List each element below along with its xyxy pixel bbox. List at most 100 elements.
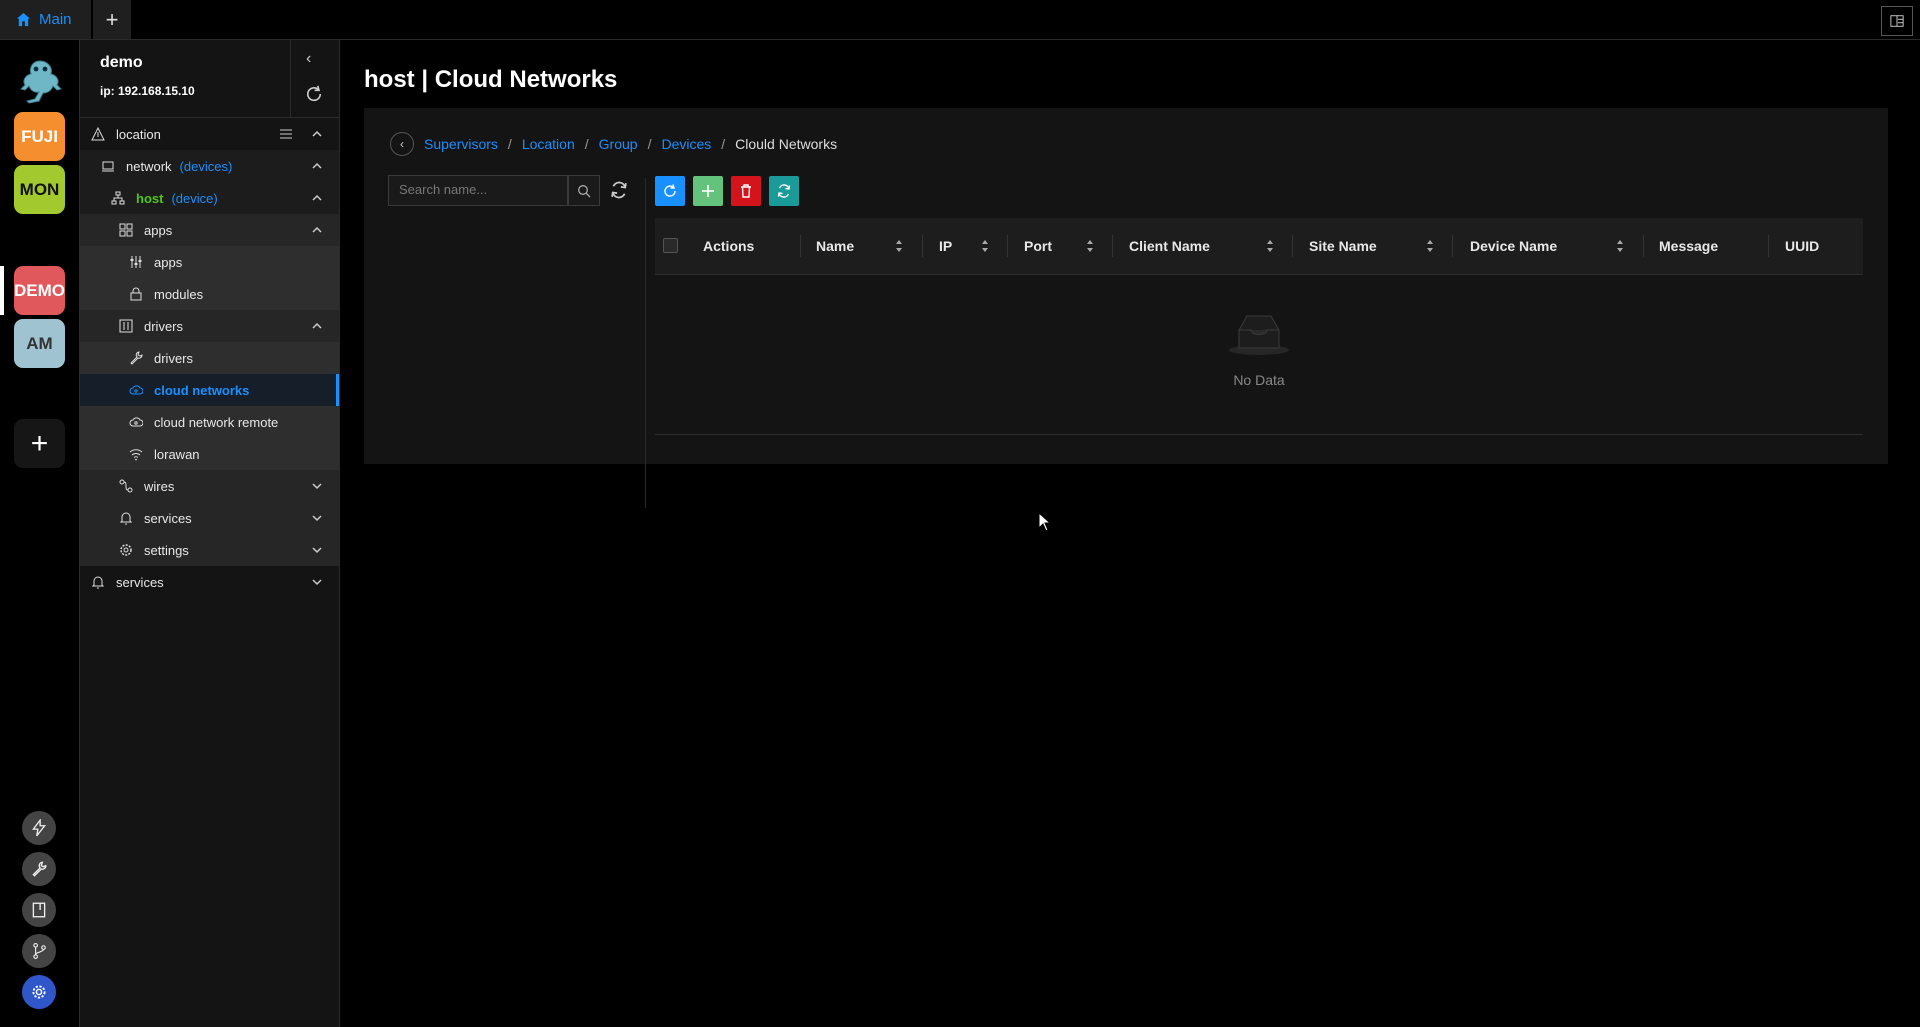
workspace-fuji[interactable]: FUJI — [14, 112, 65, 161]
tree-label: services — [144, 510, 192, 526]
chevron-down-icon[interactable] — [310, 543, 324, 557]
tree-item-services[interactable]: services — [80, 566, 339, 598]
chevron-up-icon[interactable] — [310, 223, 324, 237]
tree-item-lorawan[interactable]: lorawan — [80, 438, 339, 470]
workspace-rail: FUJI MON DEMO AM + — [0, 40, 80, 1027]
lightning-icon[interactable] — [22, 811, 56, 845]
column-port[interactable]: Port — [1024, 218, 1052, 274]
chevron-down-icon[interactable] — [310, 511, 324, 525]
sort-icon[interactable] — [981, 239, 989, 253]
sort-icon[interactable] — [1086, 239, 1094, 253]
workspace-label: AM — [26, 333, 53, 353]
column-device-name[interactable]: Device Name — [1470, 218, 1557, 274]
refresh-icon — [664, 184, 676, 197]
collapse-sidebar-icon[interactable]: ‹ — [306, 50, 311, 68]
breadcrumb: ‹ Supervisors / Location / Group / Devic… — [390, 132, 837, 156]
chevron-up-icon[interactable] — [310, 127, 324, 141]
layout-toggle-icon[interactable] — [1881, 6, 1913, 36]
back-arrow-icon[interactable]: ‹ — [390, 132, 414, 156]
divider — [645, 178, 646, 508]
table-header: Actions Name IP Port Client Name Site Na… — [655, 218, 1863, 275]
tree-item-drivers[interactable]: drivers — [80, 342, 339, 374]
reload-icon[interactable] — [304, 84, 324, 104]
chevron-down-icon[interactable] — [310, 479, 324, 493]
tree-item-drivers-group[interactable]: drivers — [80, 310, 339, 342]
add-workspace-button[interactable]: + — [14, 419, 65, 468]
workspace-label: MON — [19, 179, 60, 199]
column-separator — [1768, 235, 1769, 257]
column-name[interactable]: Name — [816, 218, 854, 274]
tree-item-apps-group[interactable]: apps — [80, 214, 339, 246]
breadcrumb-location[interactable]: Location — [522, 136, 575, 152]
breadcrumb-devices[interactable]: Devices — [661, 136, 711, 152]
tree-item-host[interactable]: host (device) — [80, 182, 339, 214]
search-input[interactable]: Search name... — [388, 175, 568, 206]
breadcrumb-group[interactable]: Group — [599, 136, 638, 152]
tree-item-cloud-networks[interactable]: cloud networks — [80, 374, 339, 406]
tree-item-modules[interactable]: modules — [80, 278, 339, 310]
tab-main[interactable]: Main — [0, 0, 91, 39]
chevron-up-icon[interactable] — [310, 319, 324, 333]
wrench-icon[interactable] — [22, 852, 56, 886]
column-uuid: UUID — [1785, 238, 1820, 254]
cloud-icon — [128, 414, 144, 430]
breadcrumb-supervisors[interactable]: Supervisors — [424, 136, 498, 152]
tab-bar: Main + — [0, 0, 1920, 40]
tree-item-services-inner[interactable]: services — [80, 502, 339, 534]
tree-item-settings[interactable]: settings — [80, 534, 339, 566]
branch-icon[interactable] — [22, 934, 56, 968]
menu-icon[interactable] — [278, 126, 294, 142]
add-tab-button[interactable]: + — [93, 0, 131, 39]
workspace-label: DEMO — [14, 280, 65, 300]
wires-icon — [118, 478, 134, 494]
tree-label: apps — [144, 222, 173, 238]
sort-icon[interactable] — [1266, 239, 1274, 253]
chevron-up-icon[interactable] — [310, 191, 324, 205]
chevron-up-icon[interactable] — [310, 159, 324, 173]
frog-logo-icon — [20, 60, 62, 104]
sidebar-header: demo ip: 192.168.15.10 ‹ — [80, 40, 339, 118]
sort-icon[interactable] — [1426, 239, 1434, 253]
column-site-name[interactable]: Site Name — [1309, 218, 1377, 274]
column-client-name[interactable]: Client Name — [1129, 218, 1210, 274]
column-message: Message — [1659, 238, 1719, 254]
tree-tag: (devices) — [179, 158, 233, 174]
workspace-demo[interactable]: DEMO — [14, 266, 65, 315]
add-button[interactable] — [693, 176, 723, 206]
sort-icon[interactable] — [895, 239, 903, 253]
column-ip[interactable]: IP — [939, 218, 952, 274]
home-icon — [16, 12, 31, 27]
tree-item-location[interactable]: location — [80, 118, 339, 150]
refresh-button[interactable] — [655, 176, 685, 206]
sort-icon[interactable] — [1616, 239, 1624, 253]
select-all-checkbox[interactable] — [663, 238, 678, 253]
tree-item-apps[interactable]: apps — [80, 246, 339, 278]
server-ip: ip: 192.168.15.10 — [100, 84, 195, 98]
control-panel-icon — [118, 318, 134, 334]
tree-item-network[interactable]: network (devices) — [80, 150, 339, 182]
bell-icon — [118, 510, 134, 526]
tree-label: host — [136, 190, 164, 206]
empty-text: No Data — [1233, 372, 1285, 388]
tree-label: services — [116, 574, 164, 590]
delete-button[interactable] — [731, 176, 761, 206]
settings-gear-icon[interactable] — [22, 975, 56, 1009]
chevron-down-icon[interactable] — [310, 575, 324, 589]
tree-label: modules — [154, 286, 204, 302]
workspace-am[interactable]: AM — [14, 319, 65, 368]
content-panel: ‹ Supervisors / Location / Group / Devic… — [364, 108, 1888, 508]
mouse-cursor-icon — [1038, 512, 1052, 532]
column-separator — [1112, 235, 1113, 257]
breadcrumb-separator: / — [584, 136, 589, 152]
wrench-icon — [128, 350, 144, 366]
refresh-tree-icon[interactable] — [609, 180, 629, 200]
tab-main-label: Main — [39, 11, 72, 28]
search-button[interactable] — [568, 175, 600, 206]
tree-item-cloud-network-remote[interactable]: cloud network remote — [80, 406, 339, 438]
book-icon[interactable] — [22, 893, 56, 927]
tree-item-wires[interactable]: wires — [80, 470, 339, 502]
sliders-icon — [128, 254, 144, 270]
workspace-mon[interactable]: MON — [14, 165, 65, 214]
column-separator — [1292, 235, 1293, 257]
sync-button[interactable] — [769, 176, 799, 206]
